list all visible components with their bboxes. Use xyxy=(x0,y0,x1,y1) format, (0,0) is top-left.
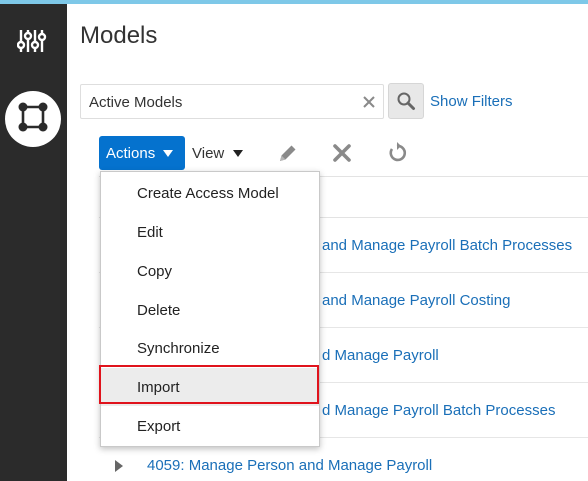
menu-item-copy[interactable]: Copy xyxy=(101,252,319,290)
actions-dropdown-menu: Create Access Model Edit Copy Delete Syn… xyxy=(100,171,320,447)
nav-models-button[interactable] xyxy=(5,91,61,147)
delete-x-icon xyxy=(333,144,351,162)
nav-filters-button[interactable] xyxy=(14,26,50,60)
menu-item-export[interactable]: Export xyxy=(101,407,319,445)
actions-menu-button[interactable]: Actions xyxy=(99,136,185,170)
row-title-link[interactable]: d Manage Payroll xyxy=(322,347,439,364)
search-icon xyxy=(397,92,415,110)
refresh-button[interactable] xyxy=(385,141,409,165)
actions-button-label: Actions xyxy=(106,144,156,162)
menu-item-delete[interactable]: Delete xyxy=(101,291,319,329)
top-accent-strip xyxy=(0,0,588,4)
access-model-icon xyxy=(17,101,49,138)
close-icon xyxy=(363,96,375,108)
side-navigation xyxy=(0,4,67,481)
menu-item-edit[interactable]: Edit xyxy=(101,213,319,251)
view-menu-button[interactable]: View xyxy=(192,136,244,170)
filter-sliders-icon xyxy=(16,27,47,60)
edit-pencil-icon xyxy=(280,145,296,161)
view-button-label: View xyxy=(192,144,225,162)
page-title: Models xyxy=(80,22,158,49)
caret-down-icon xyxy=(233,149,244,157)
refresh-icon xyxy=(389,142,407,162)
menu-item-create-access-model[interactable]: Create Access Model xyxy=(101,174,319,212)
menu-item-synchronize[interactable]: Synchronize xyxy=(101,329,319,367)
search-input-value: Active Models xyxy=(89,94,183,111)
search-button[interactable] xyxy=(388,83,424,119)
clear-search-button[interactable] xyxy=(358,91,380,113)
edit-button[interactable] xyxy=(276,141,300,165)
row-title-link[interactable]: and Manage Payroll Costing xyxy=(322,292,510,309)
show-filters-link[interactable]: Show Filters xyxy=(430,93,513,110)
expand-triangle-icon xyxy=(115,459,123,472)
delete-button[interactable] xyxy=(330,141,354,165)
row-title-link[interactable]: and Manage Payroll Batch Processes xyxy=(322,237,572,254)
row-title-link[interactable]: d Manage Payroll Batch Processes xyxy=(322,402,555,419)
search-input[interactable]: Active Models xyxy=(80,84,384,119)
caret-down-icon xyxy=(163,149,174,157)
menu-item-import[interactable]: Import xyxy=(101,368,319,406)
row-title-link[interactable]: 4059: Manage Person and Manage Payroll xyxy=(147,457,432,474)
